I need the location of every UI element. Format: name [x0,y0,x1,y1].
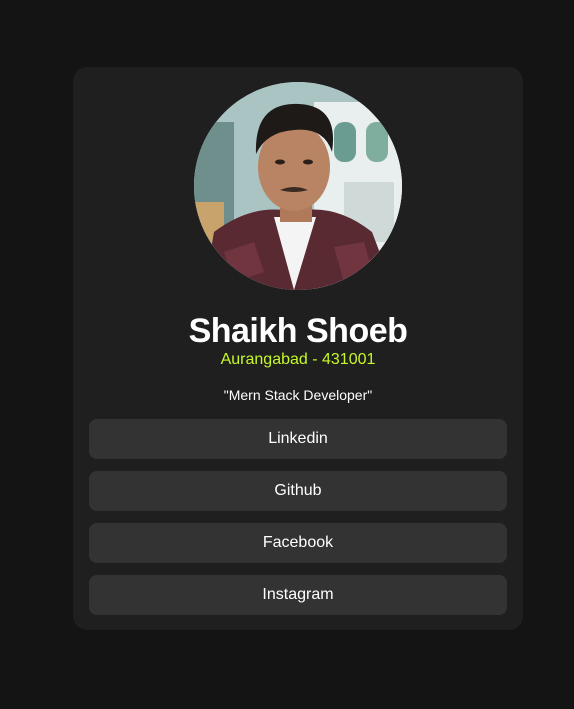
avatar-photo [194,82,402,290]
profile-card: Shaikh Shoeb Aurangabad - 431001 "Mern S… [73,67,523,630]
profile-location: Aurangabad - 431001 [220,351,376,368]
profile-bio: "Mern Stack Developer" [223,387,373,403]
instagram-link-button[interactable]: Instagram [89,575,507,615]
avatar [194,82,402,290]
profile-name: Shaikh Shoeb [188,312,408,350]
github-link-button[interactable]: Github [89,471,507,511]
facebook-link-button[interactable]: Facebook [89,523,507,563]
linkedin-link-button[interactable]: Linkedin [89,419,507,459]
social-links: Linkedin Github Facebook Instagram [89,419,507,627]
